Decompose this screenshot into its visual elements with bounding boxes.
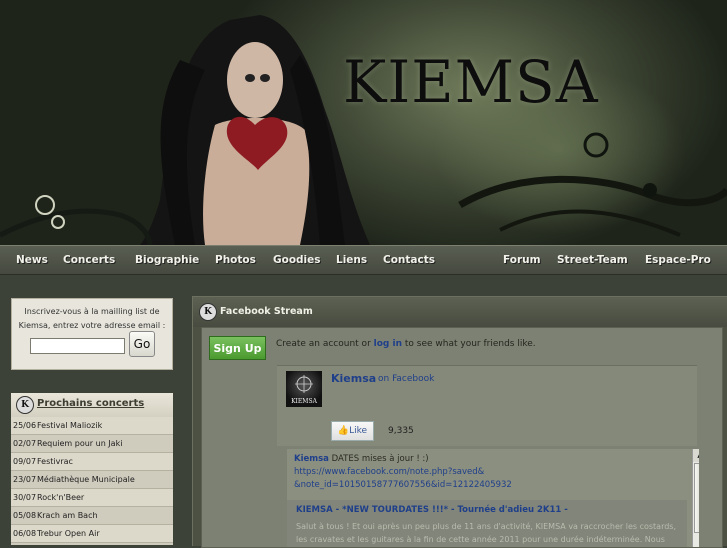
on-facebook-link[interactable]: on Facebook [378, 374, 434, 384]
concert-date: 25/06 [13, 421, 37, 430]
prompt-text-after: to see what your friends like. [404, 339, 536, 349]
nav-item-photos[interactable]: Photos [215, 254, 256, 266]
concert-name: Trebur Open Air [37, 529, 100, 538]
page-avatar[interactable]: KIEMSA [286, 371, 322, 407]
concert-name: Festival Maliozik [37, 421, 103, 430]
nav-item-contacts[interactable]: Contacts [383, 254, 435, 266]
panel-title: Facebook Stream [220, 306, 313, 317]
concert-date: 06/08 [13, 529, 37, 538]
nav-item-goodies[interactable]: Goodies [273, 254, 321, 266]
concert-name: Médiathèque Municipale [37, 475, 135, 484]
nav-item-liens[interactable]: Liens [336, 254, 367, 266]
post-link[interactable]: https://www.facebook.com/note.php?saved& [294, 467, 484, 477]
nav-item-biographie[interactable]: Biographie [135, 254, 199, 266]
stream-post: Kiemsa DATES mises à jour ! :) https://w… [294, 453, 679, 492]
upcoming-concerts-panel: K Prochains concerts 25/06Festival Malio… [11, 393, 173, 545]
page-name-link[interactable]: Kiemsa [331, 372, 376, 385]
stream-scrollbar[interactable]: ▲ [692, 449, 699, 547]
concert-date: 02/07 [13, 439, 37, 448]
concert-name: Krach am Bach [37, 511, 98, 520]
concert-list: 25/06Festival Maliozik 02/07Requiem pour … [11, 417, 173, 545]
stream-post-note: KIEMSA - *NEW TOURDATES !!!* - Tournée d… [287, 500, 687, 547]
facebook-like-box: Sign Up Create an account or log in to s… [201, 327, 723, 548]
kiemsa-badge-icon: K [199, 303, 217, 321]
post-text: DATES mises à jour ! :) [331, 454, 429, 464]
facebook-stream-panel: K Facebook Stream Sign Up Create an acco… [192, 296, 727, 548]
header-banner: KIEMSA [0, 0, 727, 245]
concert-row[interactable]: 06/08Trebur Open Air [11, 525, 173, 543]
site-logo[interactable]: KIEMSA [343, 48, 599, 116]
note-excerpt: Salut à tous ! Et oui après un peu plus … [296, 522, 677, 544]
prompt-text-before: Create an account or [276, 339, 371, 349]
facebook-page-card: KIEMSA Kiemsa on Facebook 👍Like 9,335 [277, 365, 697, 446]
stream-feed[interactable]: Kiemsa DATES mises à jour ! :) https://w… [287, 449, 699, 547]
concerts-title-link[interactable]: Prochains concerts [37, 398, 144, 409]
concert-row[interactable]: 23/07Médiathèque Municipale [11, 471, 173, 489]
nav-item-forum[interactable]: Forum [503, 254, 541, 266]
facebook-prompt: Create an account or log in to see what … [276, 339, 536, 349]
concert-name: Festivrac [37, 457, 73, 466]
post-link-continued[interactable]: &note_id=10150158777607556&id=1212240593… [294, 480, 512, 490]
concert-row[interactable]: 09/07Festivrac [11, 453, 173, 471]
concert-row[interactable]: 25/06Festival Maliozik [11, 417, 173, 435]
concert-row[interactable]: 05/08Krach am Bach [11, 507, 173, 525]
concerts-header: K Prochains concerts [11, 393, 173, 417]
concert-name: Requiem pour un Jaki [37, 439, 123, 448]
thumbs-up-icon: 👍 [337, 426, 350, 436]
note-title-link[interactable]: KIEMSA - *NEW TOURDATES !!!* - Tournée d… [296, 505, 568, 515]
sign-up-button[interactable]: Sign Up [209, 336, 266, 360]
nav-item-street-team[interactable]: Street-Team [557, 254, 628, 266]
concert-date: 30/07 [13, 493, 37, 502]
like-button[interactable]: 👍Like [331, 421, 374, 441]
main-navigation: News Concerts Biographie Photos Goodies … [0, 245, 727, 275]
banner-artwork [0, 15, 727, 245]
email-input[interactable] [30, 338, 125, 354]
kiemsa-logo-icon: KIEMSA [291, 375, 318, 405]
mailing-list-box: Inscrivez-vous à la mailling list de Kie… [11, 298, 173, 370]
concert-date: 09/07 [13, 457, 37, 466]
nav-item-concerts[interactable]: Concerts [63, 254, 115, 266]
like-count: 9,335 [388, 426, 414, 436]
svg-text:KIEMSA: KIEMSA [291, 398, 317, 405]
scroll-up-arrow-icon[interactable]: ▲ [693, 449, 699, 462]
concert-name: Rock'n'Beer [37, 493, 85, 502]
go-button[interactable]: Go [129, 331, 155, 357]
post-author-link[interactable]: Kiemsa [294, 454, 329, 464]
mailing-list-text: Inscrivez-vous à la mailling list de Kie… [18, 307, 166, 330]
concert-date: 05/08 [13, 511, 37, 520]
nav-item-news[interactable]: News [16, 254, 48, 266]
nav-item-espace-pro[interactable]: Espace-Pro [645, 254, 711, 266]
like-label: Like [349, 426, 368, 436]
panel-header: K Facebook Stream [193, 297, 727, 327]
concert-date: 23/07 [13, 475, 37, 484]
concert-row[interactable]: 30/07Rock'n'Beer [11, 489, 173, 507]
scrollbar-thumb[interactable] [694, 463, 699, 533]
log-in-link[interactable]: log in [374, 339, 402, 349]
kiemsa-badge-icon: K [16, 396, 34, 414]
concert-row[interactable]: 02/07Requiem pour un Jaki [11, 435, 173, 453]
